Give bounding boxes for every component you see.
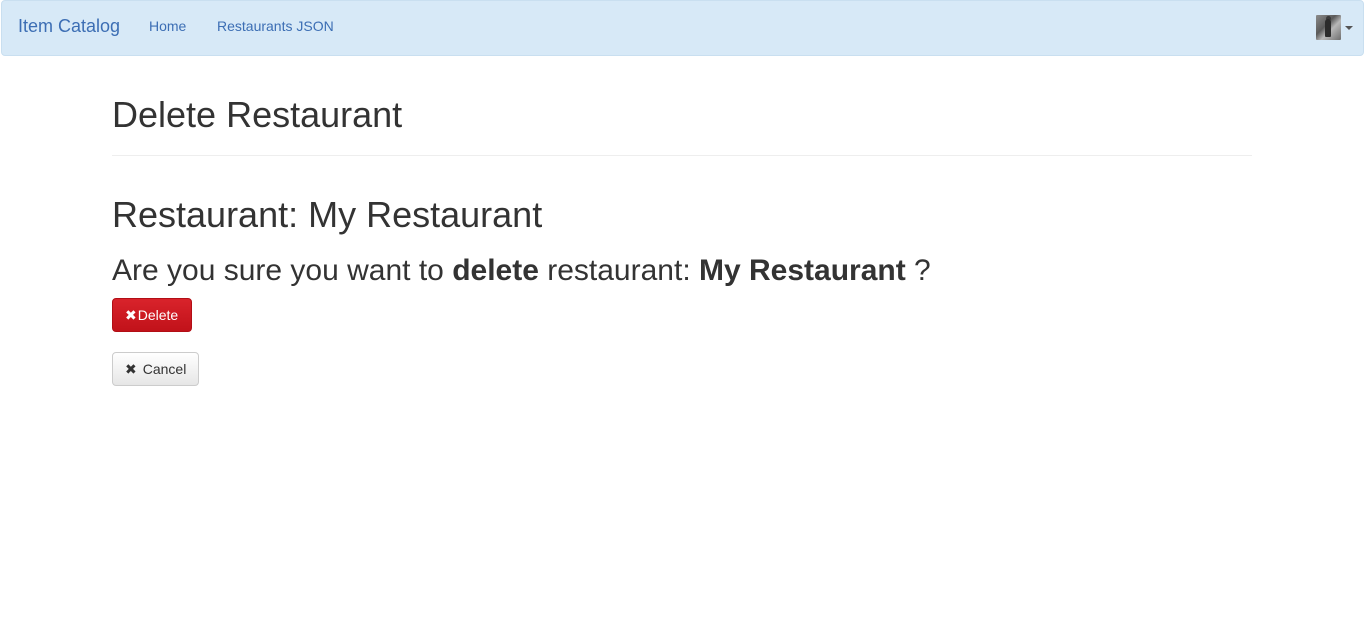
- confirm-prefix: Are you sure you want to: [112, 254, 453, 287]
- confirm-restaurant-name: My Restaurant: [698, 254, 906, 287]
- navbar: Item Catalog Home Restaurants JSON: [1, 0, 1364, 56]
- brand-link[interactable]: Item Catalog: [18, 15, 120, 37]
- times-icon: ✖: [125, 307, 137, 323]
- times-icon: ✖: [125, 361, 137, 377]
- cancel-button[interactable]: ✖ Cancel: [112, 352, 199, 386]
- confirm-action: delete: [452, 254, 539, 287]
- caret-down-icon: [1345, 26, 1353, 30]
- cancel-button-label: Cancel: [142, 361, 187, 377]
- restaurant-heading: Restaurant: My Restaurant: [112, 194, 543, 235]
- avatar: [1316, 15, 1341, 40]
- delete-button-label: Delete: [137, 307, 179, 323]
- page-header: Delete Restaurant: [112, 94, 1252, 156]
- delete-button[interactable]: ✖ Delete: [112, 298, 192, 332]
- user-menu-toggle[interactable]: [1316, 15, 1353, 41]
- confirm-suffix: ?: [905, 254, 931, 287]
- nav-link-restaurants-json[interactable]: Restaurants JSON: [217, 17, 334, 35]
- page-title: Delete Restaurant: [112, 94, 403, 135]
- delete-confirmation-text: Are you sure you want to delete restaura…: [112, 253, 931, 289]
- nav-link-home[interactable]: Home: [149, 17, 186, 35]
- confirm-middle: restaurant:: [538, 254, 699, 287]
